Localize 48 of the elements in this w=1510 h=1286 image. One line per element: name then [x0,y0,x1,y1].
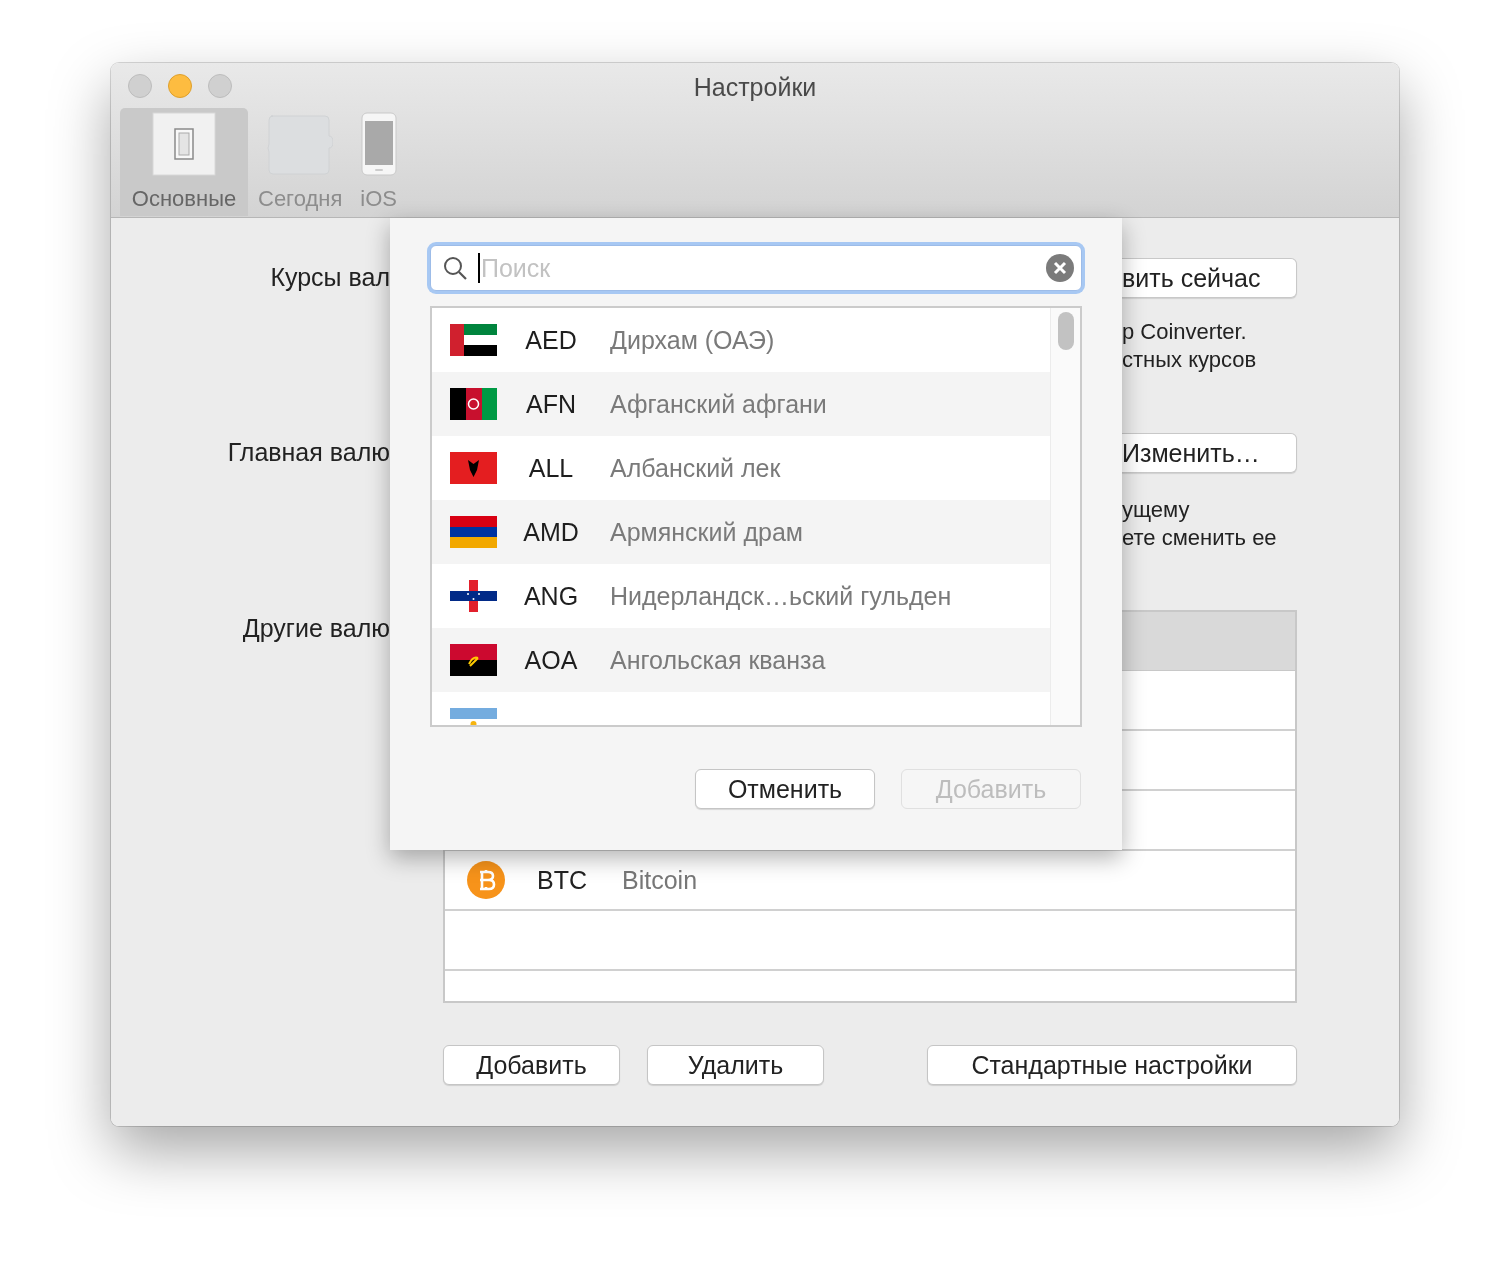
close-button[interactable] [128,74,152,98]
phone-icon [360,112,397,176]
note-text: ущему [1122,496,1190,524]
currency-code: AMD [522,517,580,547]
currency-name: Дирхам (ОАЭ) [610,325,775,355]
note-text: ете сменить ее [1122,524,1277,552]
add-button[interactable]: Добавить [443,1045,620,1085]
currency-name: Афганский афгани [610,389,827,419]
currency-code: AFN [525,389,577,419]
currency-name: Армянский драм [610,517,803,547]
currency-code: ANG [522,581,580,611]
defaults-button[interactable]: Стандартные настройки [927,1045,1297,1085]
field-label: Другие валю [242,613,390,644]
cancel-button[interactable]: Отменить [695,769,875,809]
search-icon [443,256,467,280]
currency-code: AOA [523,645,579,675]
flag-icon [450,580,497,612]
note-text: p Coinverter. [1122,318,1247,346]
clear-icon[interactable] [1046,254,1074,282]
flag-icon [450,324,497,356]
minimize-button[interactable] [168,74,192,98]
currency-name: Bitcoin [622,865,698,895]
note-text: стных курсов [1122,346,1257,374]
remove-button[interactable]: Удалить [647,1045,824,1085]
field-label: Курсы вал [270,262,390,293]
flag-icon [450,452,497,484]
bitcoin-icon [467,861,505,899]
flag-icon [450,644,497,676]
change-button[interactable]: Изменить… [1122,433,1297,473]
currency-code: BTC [537,865,588,895]
light-switch-icon [152,112,216,176]
scrollbar[interactable] [1050,308,1080,725]
update-button[interactable]: вить сейчас [1122,258,1297,298]
currency-name: Албанский лек [610,453,781,483]
list-row[interactable]: AOA Ангольская кванза [432,628,1050,692]
zoom-button[interactable] [208,74,232,98]
window-title: Настройки [693,73,817,102]
field-label: Главная валю [227,437,390,468]
list-row[interactable]: AMD Армянский драм [432,500,1050,564]
flag-icon [450,516,497,548]
list-row[interactable]: AFN Афганский афгани [432,372,1050,436]
flag-icon [450,388,497,420]
currency-name: Ангольская кванза [610,645,826,675]
search-field[interactable]: Поиск [430,245,1082,291]
currency-code: AED [524,325,578,355]
currency-name: Нидерландск…ьский гульден [610,581,952,611]
scrollbar-thumb[interactable] [1058,312,1074,350]
currency-code: ALL [527,453,575,483]
